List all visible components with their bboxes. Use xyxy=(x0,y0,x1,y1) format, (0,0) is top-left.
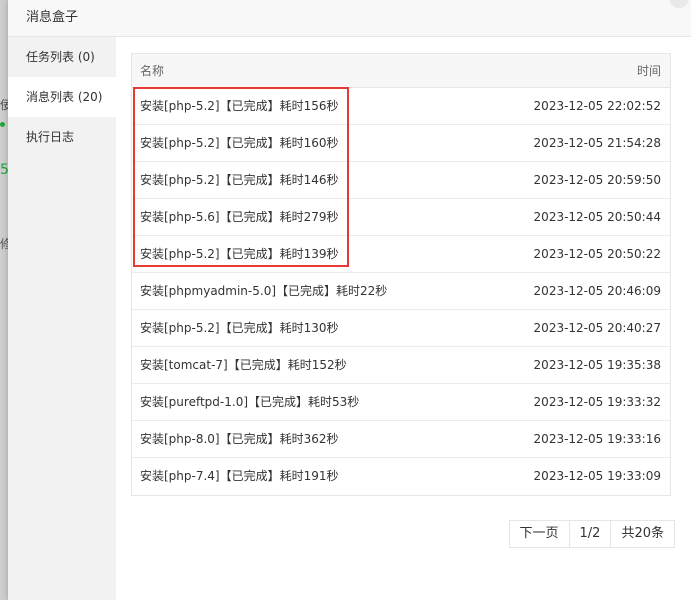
message-time: 2023-12-05 20:40:27 xyxy=(533,321,661,335)
message-time: 2023-12-05 20:50:44 xyxy=(533,210,661,224)
pagination: 下一页 1/2 共20条 xyxy=(508,520,675,548)
table-row: 安装[php-5.2]【已完成】耗时160秒 2023-12-05 21:54:2… xyxy=(132,125,670,162)
table-row: 安装[tomcat-7]【已完成】耗时152秒 2023-12-05 19:35:… xyxy=(132,347,670,384)
table-row: 安装[php-5.2]【已完成】耗时146秒 2023-12-05 20:59:5… xyxy=(132,162,670,199)
table-row: 安装[phpmyadmin-5.0]【已完成】耗时22秒 2023-12-05 2… xyxy=(132,273,670,310)
table-row: 安装[php-5.2]【已完成】耗时130秒 2023-12-05 20:40:2… xyxy=(132,310,670,347)
sidebar-item-execution-log[interactable]: 执行日志 xyxy=(8,117,116,157)
message-name: 安装[php-5.2]【已完成】耗时130秒 xyxy=(140,321,339,335)
dialog-title: 消息盒子 xyxy=(8,0,691,37)
background-status-dot xyxy=(0,122,5,127)
message-name: 安装[php-5.2]【已完成】耗时146秒 xyxy=(140,173,339,187)
message-time: 2023-12-05 19:33:16 xyxy=(533,432,661,446)
message-time: 2023-12-05 19:33:09 xyxy=(533,469,661,483)
table-row: 安装[php-7.4]【已完成】耗时191秒 2023-12-05 19:33:0… xyxy=(132,458,670,495)
dialog-body: 任务列表 (0) 消息列表 (20) 执行日志 名称 时间 安装[php-5.2… xyxy=(8,37,691,600)
message-name: 安装[php-5.2]【已完成】耗时160秒 xyxy=(140,136,339,150)
message-time: 2023-12-05 20:59:50 xyxy=(533,173,661,187)
total-count: 共20条 xyxy=(610,521,674,547)
message-name: 安装[php-7.4]【已完成】耗时191秒 xyxy=(140,469,339,483)
table-row: 安装[php-5.2]【已完成】耗时139秒 2023-12-05 20:50:2… xyxy=(132,236,670,273)
message-name: 安装[tomcat-7]【已完成】耗时152秒 xyxy=(140,358,347,372)
message-box-dialog: 消息盒子 任务列表 (0) 消息列表 (20) 执行日志 名称 时间 安装[ph… xyxy=(8,0,691,600)
message-time: 2023-12-05 19:33:32 xyxy=(533,395,661,409)
message-name: 安装[php-5.6]【已完成】耗时279秒 xyxy=(140,210,339,224)
sidebar: 任务列表 (0) 消息列表 (20) 执行日志 xyxy=(8,37,116,600)
message-list-panel: 名称 时间 安装[php-5.2]【已完成】耗时156秒 2023-12-05 2… xyxy=(116,37,691,600)
message-time: 2023-12-05 21:54:28 xyxy=(533,136,661,150)
sidebar-item-task-list[interactable]: 任务列表 (0) xyxy=(8,37,116,77)
message-name: 安装[php-8.0]【已完成】耗时362秒 xyxy=(140,432,339,446)
column-header-time: 时间 xyxy=(636,64,661,78)
background-page xyxy=(0,0,8,600)
sidebar-item-message-list[interactable]: 消息列表 (20) xyxy=(8,77,116,117)
table-row: 安装[php-5.2]【已完成】耗时156秒 2023-12-05 22:02:5… xyxy=(132,88,670,125)
message-time: 2023-12-05 22:02:52 xyxy=(533,99,661,113)
table-row: 安装[pureftpd-1.0]【已完成】耗时53秒 2023-12-05 19:… xyxy=(132,384,670,421)
column-header-name: 名称 xyxy=(140,64,165,78)
message-name: 安装[php-5.2]【已完成】耗时156秒 xyxy=(140,99,339,113)
message-name: 安装[php-5.2]【已完成】耗时139秒 xyxy=(140,247,339,261)
table-header: 名称 时间 xyxy=(132,54,670,88)
message-time: 2023-12-05 20:46:09 xyxy=(533,284,661,298)
message-table: 名称 时间 安装[php-5.2]【已完成】耗时156秒 2023-12-05 2… xyxy=(131,53,671,496)
message-name: 安装[phpmyadmin-5.0]【已完成】耗时22秒 xyxy=(140,284,388,298)
message-name: 安装[pureftpd-1.0]【已完成】耗时53秒 xyxy=(140,395,360,409)
message-time: 2023-12-05 19:35:38 xyxy=(533,358,661,372)
table-row: 安装[php-5.6]【已完成】耗时279秒 2023-12-05 20:50:4… xyxy=(132,199,670,236)
table-row: 安装[php-8.0]【已完成】耗时362秒 2023-12-05 19:33:1… xyxy=(132,421,670,458)
message-time: 2023-12-05 20:50:22 xyxy=(533,247,661,261)
page-indicator: 1/2 xyxy=(568,521,611,547)
next-page-button[interactable]: 下一页 xyxy=(510,521,569,547)
